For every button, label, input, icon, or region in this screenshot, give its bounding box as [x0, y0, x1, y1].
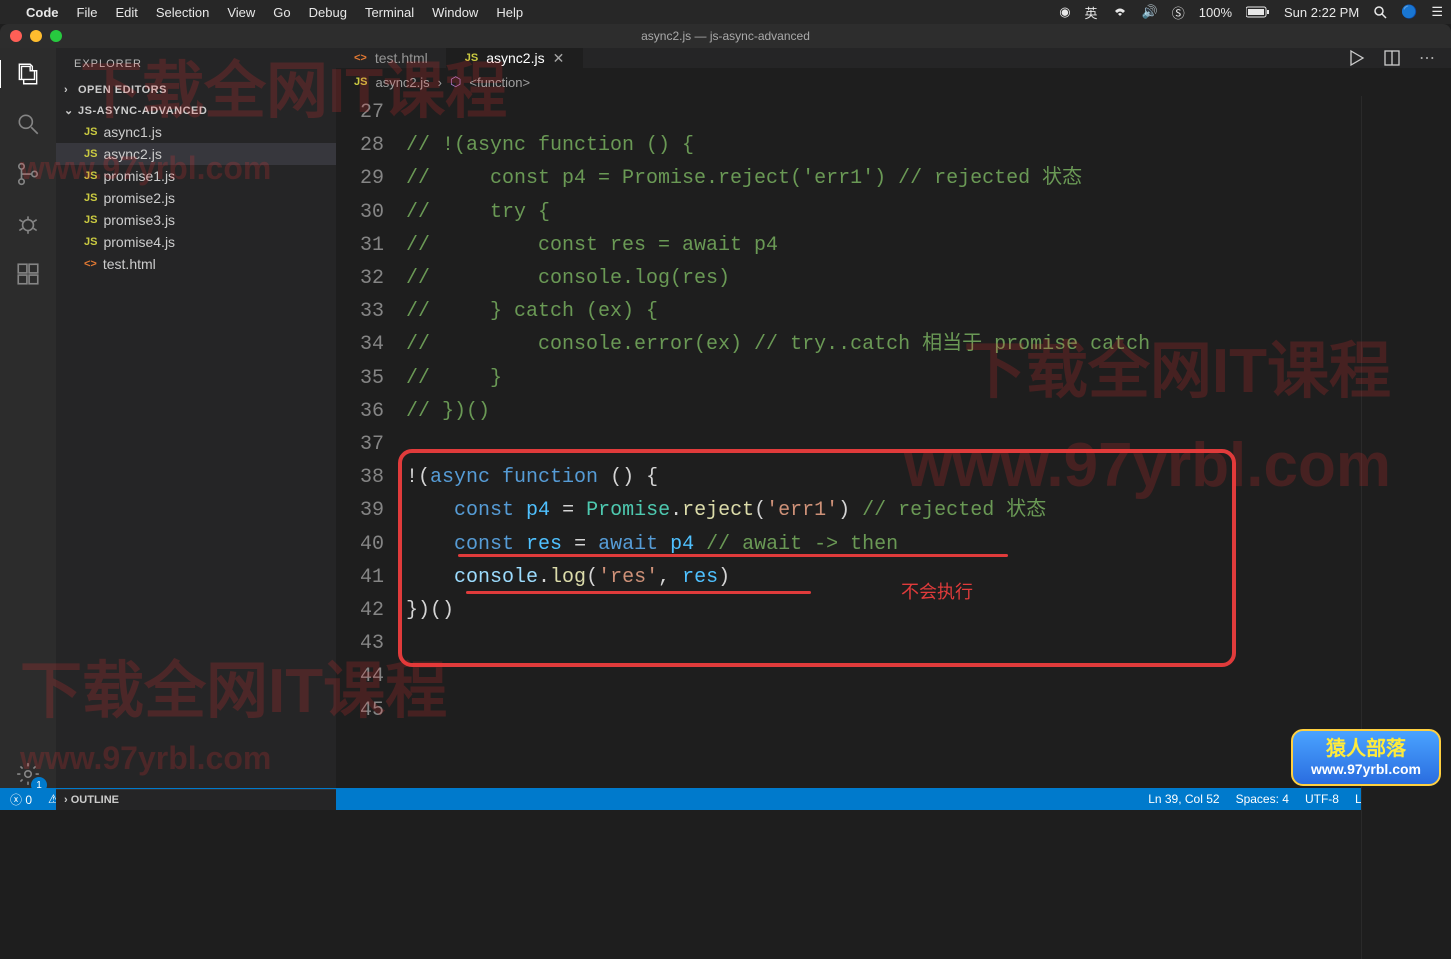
split-editor-icon[interactable]: [1383, 49, 1401, 67]
more-icon[interactable]: ⋯: [1419, 48, 1435, 68]
clock[interactable]: Sun 2:22 PM: [1284, 5, 1359, 20]
red-annotation: 不会执行: [901, 576, 973, 609]
symbol-icon: ⬡: [450, 74, 461, 90]
search-icon[interactable]: [14, 110, 42, 138]
editor-area: <> test.html JS async2.js ✕ ⋯ JS async2.…: [336, 48, 1451, 788]
file-list: JS async1.js JS async2.js JS promise1.js JS pro…: [56, 121, 336, 275]
code-content[interactable]: // !(async function () {// const p4 = Pr…: [406, 96, 1361, 959]
menu-edit[interactable]: Edit: [115, 5, 137, 20]
menu-go[interactable]: Go: [273, 5, 290, 20]
open-editors-section[interactable]: ›OPEN EDITORS: [56, 80, 336, 100]
underline-2: [466, 591, 811, 594]
file-item[interactable]: JS async2.js: [56, 143, 336, 165]
menu-help[interactable]: Help: [496, 5, 523, 20]
explorer-title: EXPLORER: [56, 48, 336, 80]
close-icon[interactable]: ✕: [553, 50, 565, 67]
siri-icon[interactable]: Ⓢ: [1172, 3, 1185, 22]
file-item[interactable]: <> test.html: [56, 253, 336, 275]
js-file-icon: JS: [84, 214, 97, 226]
file-item[interactable]: JS promise4.js: [56, 231, 336, 253]
window-maximize-button[interactable]: [50, 30, 62, 42]
explorer-icon[interactable]: [0, 60, 55, 88]
file-name: promise2.js: [103, 190, 175, 206]
window-minimize-button[interactable]: [30, 30, 42, 42]
activity-bar: [0, 48, 56, 788]
file-name: test.html: [103, 256, 156, 272]
window-close-button[interactable]: [10, 30, 22, 42]
file-name: promise4.js: [103, 234, 175, 250]
tab-async2-js[interactable]: JS async2.js ✕: [447, 48, 584, 68]
watermark-badge: 猿人部落 www.97yrbl.com: [1291, 729, 1441, 786]
line-gutter: 27282930313233343536373839404142434445: [336, 96, 406, 959]
screencast-icon[interactable]: ◉: [1059, 4, 1070, 20]
file-name: promise1.js: [103, 168, 175, 184]
chevron-right-icon: ›: [438, 75, 442, 90]
file-item[interactable]: JS async1.js: [56, 121, 336, 143]
wifi-icon[interactable]: [1112, 6, 1128, 18]
volume-icon[interactable]: 🔊: [1142, 4, 1158, 20]
status-errors[interactable]: ⓧ 0: [10, 791, 32, 808]
menu-selection[interactable]: Selection: [156, 5, 209, 20]
underline-1: [458, 554, 1008, 557]
debug-icon[interactable]: [14, 210, 42, 238]
project-section[interactable]: ⌄JS-ASYNC-ADVANCED: [56, 100, 336, 121]
file-item[interactable]: JS promise1.js: [56, 165, 336, 187]
file-name: async2.js: [103, 146, 161, 162]
spotlight-icon[interactable]: [1373, 5, 1387, 19]
file-name: promise3.js: [103, 212, 175, 228]
js-file-icon: JS: [84, 192, 97, 204]
js-file-icon: JS: [84, 126, 97, 138]
sidebar: EXPLORER ›OPEN EDITORS ⌄JS-ASYNC-ADVANCE…: [56, 48, 336, 788]
source-control-icon[interactable]: [14, 160, 42, 188]
js-file-icon: JS: [465, 52, 478, 64]
battery-icon: [1246, 6, 1270, 18]
input-icon[interactable]: 英: [1085, 3, 1098, 22]
file-item[interactable]: JS promise2.js: [56, 187, 336, 209]
macos-menubar: Code File Edit Selection View Go Debug T…: [0, 0, 1451, 24]
menu-debug[interactable]: Debug: [309, 5, 347, 20]
notification-icon[interactable]: ☰: [1431, 4, 1443, 20]
settings-icon[interactable]: [14, 760, 42, 788]
minimap[interactable]: [1361, 96, 1451, 959]
js-file-icon: JS: [354, 76, 367, 88]
outline-section[interactable]: › OUTLINE: [56, 789, 336, 810]
menu-view[interactable]: View: [227, 5, 255, 20]
app-name[interactable]: Code: [26, 5, 59, 20]
js-file-icon: JS: [84, 170, 97, 182]
siri-orb-icon[interactable]: 🔵: [1401, 4, 1417, 20]
breadcrumb[interactable]: JS async2.js › ⬡ <function>: [336, 68, 1451, 96]
menu-terminal[interactable]: Terminal: [365, 5, 414, 20]
html-file-icon: <>: [84, 258, 97, 270]
extensions-icon[interactable]: [14, 260, 42, 288]
menu-window[interactable]: Window: [432, 5, 478, 20]
tabstrip: <> test.html JS async2.js ✕ ⋯: [336, 48, 1451, 68]
battery-text: 100%: [1199, 5, 1232, 20]
window-title: async2.js — js-async-advanced: [641, 29, 810, 43]
js-file-icon: JS: [84, 236, 97, 248]
code-editor[interactable]: 27282930313233343536373839404142434445 /…: [336, 96, 1451, 959]
file-name: async1.js: [103, 124, 161, 140]
tab-test-html[interactable]: <> test.html: [336, 48, 447, 68]
js-file-icon: JS: [84, 148, 97, 160]
file-item[interactable]: JS promise3.js: [56, 209, 336, 231]
menu-file[interactable]: File: [77, 5, 98, 20]
window-titlebar: async2.js — js-async-advanced: [0, 24, 1451, 48]
html-file-icon: <>: [354, 52, 367, 64]
run-icon[interactable]: [1347, 49, 1365, 67]
